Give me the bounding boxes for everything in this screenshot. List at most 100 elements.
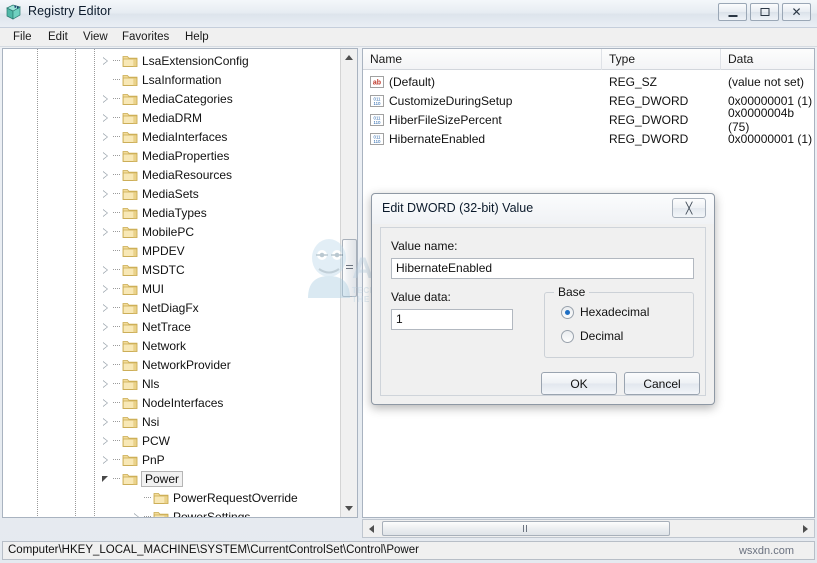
cancel-button[interactable]: Cancel: [624, 372, 700, 395]
tree-node-mobilepc[interactable]: MobilePC: [3, 222, 357, 241]
tree-collapse-arrow-icon[interactable]: [99, 260, 113, 279]
tree-node-mediaresources[interactable]: MediaResources: [3, 165, 357, 184]
tree-node-lsainformation[interactable]: LsaInformation: [3, 70, 357, 89]
tree-node-nettrace[interactable]: NetTrace: [3, 317, 357, 336]
radio-hexadecimal-indicator[interactable]: [561, 305, 574, 319]
tree-connector-line: [113, 203, 122, 222]
tree-node-mediatypes[interactable]: MediaTypes: [3, 203, 357, 222]
folder-icon: [122, 111, 138, 125]
tree-collapse-arrow-icon[interactable]: [99, 108, 113, 127]
tree-node-powersettings[interactable]: PowerSettings: [3, 507, 357, 517]
tree-collapse-arrow-icon[interactable]: [99, 336, 113, 355]
value-name-cell: 011 110 CustomizeDuringSetup: [370, 94, 512, 108]
tree-collapse-arrow-icon[interactable]: [99, 184, 113, 203]
radio-decimal[interactable]: Decimal: [561, 329, 623, 343]
value-name-input[interactable]: HibernateEnabled: [391, 258, 694, 279]
tree-collapse-arrow-icon[interactable]: [130, 507, 144, 517]
scroll-right-arrow-icon[interactable]: [797, 520, 814, 537]
tree-collapse-arrow-icon[interactable]: [99, 127, 113, 146]
tree-connector-line: [113, 260, 122, 279]
tree-no-arrow-spacer: [130, 488, 144, 507]
menu-item-file[interactable]: File: [8, 30, 37, 45]
tree-node-mediasets[interactable]: MediaSets: [3, 184, 357, 203]
tree-connector-line: [113, 374, 122, 393]
tree-scrollbar-thumb[interactable]: [342, 239, 357, 297]
hscrollbar-thumb[interactable]: [382, 521, 670, 536]
tree-collapse-arrow-icon[interactable]: [99, 431, 113, 450]
tree-connector-line: [113, 51, 122, 70]
registry-editor-icon: [5, 4, 23, 22]
tree-node-network[interactable]: Network: [3, 336, 357, 355]
value-data-input[interactable]: 1: [391, 309, 513, 330]
tree-node-mediadrm[interactable]: MediaDRM: [3, 108, 357, 127]
value-row[interactable]: ab (Default) REG_SZ (value not set): [363, 72, 814, 91]
tree-expand-arrow-icon[interactable]: [99, 469, 113, 488]
menu-item-view[interactable]: View: [78, 30, 113, 45]
radio-decimal-indicator[interactable]: [561, 329, 574, 343]
tree-node-label: NodeInterfaces: [142, 395, 224, 410]
tree-collapse-arrow-icon[interactable]: [99, 298, 113, 317]
tree-collapse-arrow-icon[interactable]: [99, 203, 113, 222]
tree-node-mediainterfaces[interactable]: MediaInterfaces: [3, 127, 357, 146]
tree-node-mediacategories[interactable]: MediaCategories: [3, 89, 357, 108]
tree-node-mui[interactable]: MUI: [3, 279, 357, 298]
minimize-button[interactable]: [718, 3, 747, 21]
scroll-left-arrow-icon[interactable]: [363, 520, 380, 537]
radio-hexadecimal[interactable]: Hexadecimal: [561, 305, 649, 319]
scroll-down-arrow-icon[interactable]: [341, 500, 357, 517]
tree-node-powerrequestoverride[interactable]: PowerRequestOverride: [3, 488, 357, 507]
svg-text:110: 110: [374, 139, 382, 144]
tree-collapse-arrow-icon[interactable]: [99, 393, 113, 412]
tree-node-nsi[interactable]: Nsi: [3, 412, 357, 431]
scroll-up-arrow-icon[interactable]: [341, 49, 357, 66]
menu-item-help[interactable]: Help: [180, 30, 214, 45]
tree-node-nodeinterfaces[interactable]: NodeInterfaces: [3, 393, 357, 412]
tree-collapse-arrow-icon[interactable]: [99, 317, 113, 336]
registry-tree-panel[interactable]: LsaExtensionConfig LsaInformation MediaCat…: [2, 48, 358, 518]
tree-node-label: PnP: [142, 452, 165, 467]
value-name-text: HiberFileSizePercent: [389, 112, 502, 127]
close-button[interactable]: ✕: [782, 3, 811, 21]
tree-node-nls[interactable]: Nls: [3, 374, 357, 393]
values-horizontal-scrollbar[interactable]: [362, 519, 815, 538]
column-header-name[interactable]: Name: [363, 49, 602, 70]
folder-icon: [122, 263, 138, 277]
folder-icon: [122, 358, 138, 372]
tree-collapse-arrow-icon[interactable]: [99, 51, 113, 70]
value-name-label: Value name:: [391, 239, 458, 253]
dialog-close-button[interactable]: ╳: [672, 198, 706, 218]
tree-node-label: PCW: [142, 433, 170, 448]
tree-node-pnp[interactable]: PnP: [3, 450, 357, 469]
maximize-button[interactable]: [750, 3, 779, 21]
tree-collapse-arrow-icon[interactable]: [99, 355, 113, 374]
tree-node-power[interactable]: Power: [3, 469, 357, 488]
column-header-data[interactable]: Data: [721, 49, 814, 70]
menu-item-favorites[interactable]: Favorites: [117, 30, 174, 45]
ok-button[interactable]: OK: [541, 372, 617, 395]
tree-vertical-scrollbar[interactable]: [340, 49, 357, 517]
tree-collapse-arrow-icon[interactable]: [99, 89, 113, 108]
tree-node-mediaproperties[interactable]: MediaProperties: [3, 146, 357, 165]
menu-item-edit[interactable]: Edit: [43, 30, 73, 45]
tree-node-netdiagfx[interactable]: NetDiagFx: [3, 298, 357, 317]
column-header-type[interactable]: Type: [602, 49, 721, 70]
tree-node-msdtc[interactable]: MSDTC: [3, 260, 357, 279]
tree-node-label: Nls: [142, 376, 160, 391]
tree-node-pcw[interactable]: PCW: [3, 431, 357, 450]
registry-editor-window: Registry Editor ✕ File Edit View Favorites H…: [0, 0, 817, 563]
tree-collapse-arrow-icon[interactable]: [99, 165, 113, 184]
value-data-cell: (value not set): [728, 74, 805, 89]
tree-node-mpdev[interactable]: MPDEV: [3, 241, 357, 260]
tree-connector-line: [113, 431, 122, 450]
tree-node-networkprovider[interactable]: NetworkProvider: [3, 355, 357, 374]
tree-collapse-arrow-icon[interactable]: [99, 146, 113, 165]
tree-collapse-arrow-icon[interactable]: [99, 374, 113, 393]
value-row[interactable]: 011 110 HibernateEnabled REG_DWORD 0x0000000…: [363, 129, 814, 148]
tree-collapse-arrow-icon[interactable]: [99, 222, 113, 241]
tree-node-lsaextensionconfig[interactable]: LsaExtensionConfig: [3, 51, 357, 70]
value-type-cell: REG_DWORD: [609, 131, 689, 146]
tree-collapse-arrow-icon[interactable]: [99, 450, 113, 469]
tree-collapse-arrow-icon[interactable]: [99, 412, 113, 431]
tree-collapse-arrow-icon[interactable]: [99, 279, 113, 298]
value-row[interactable]: 011 110 HiberFileSizePercent REG_DWORD 0x000…: [363, 106, 814, 134]
